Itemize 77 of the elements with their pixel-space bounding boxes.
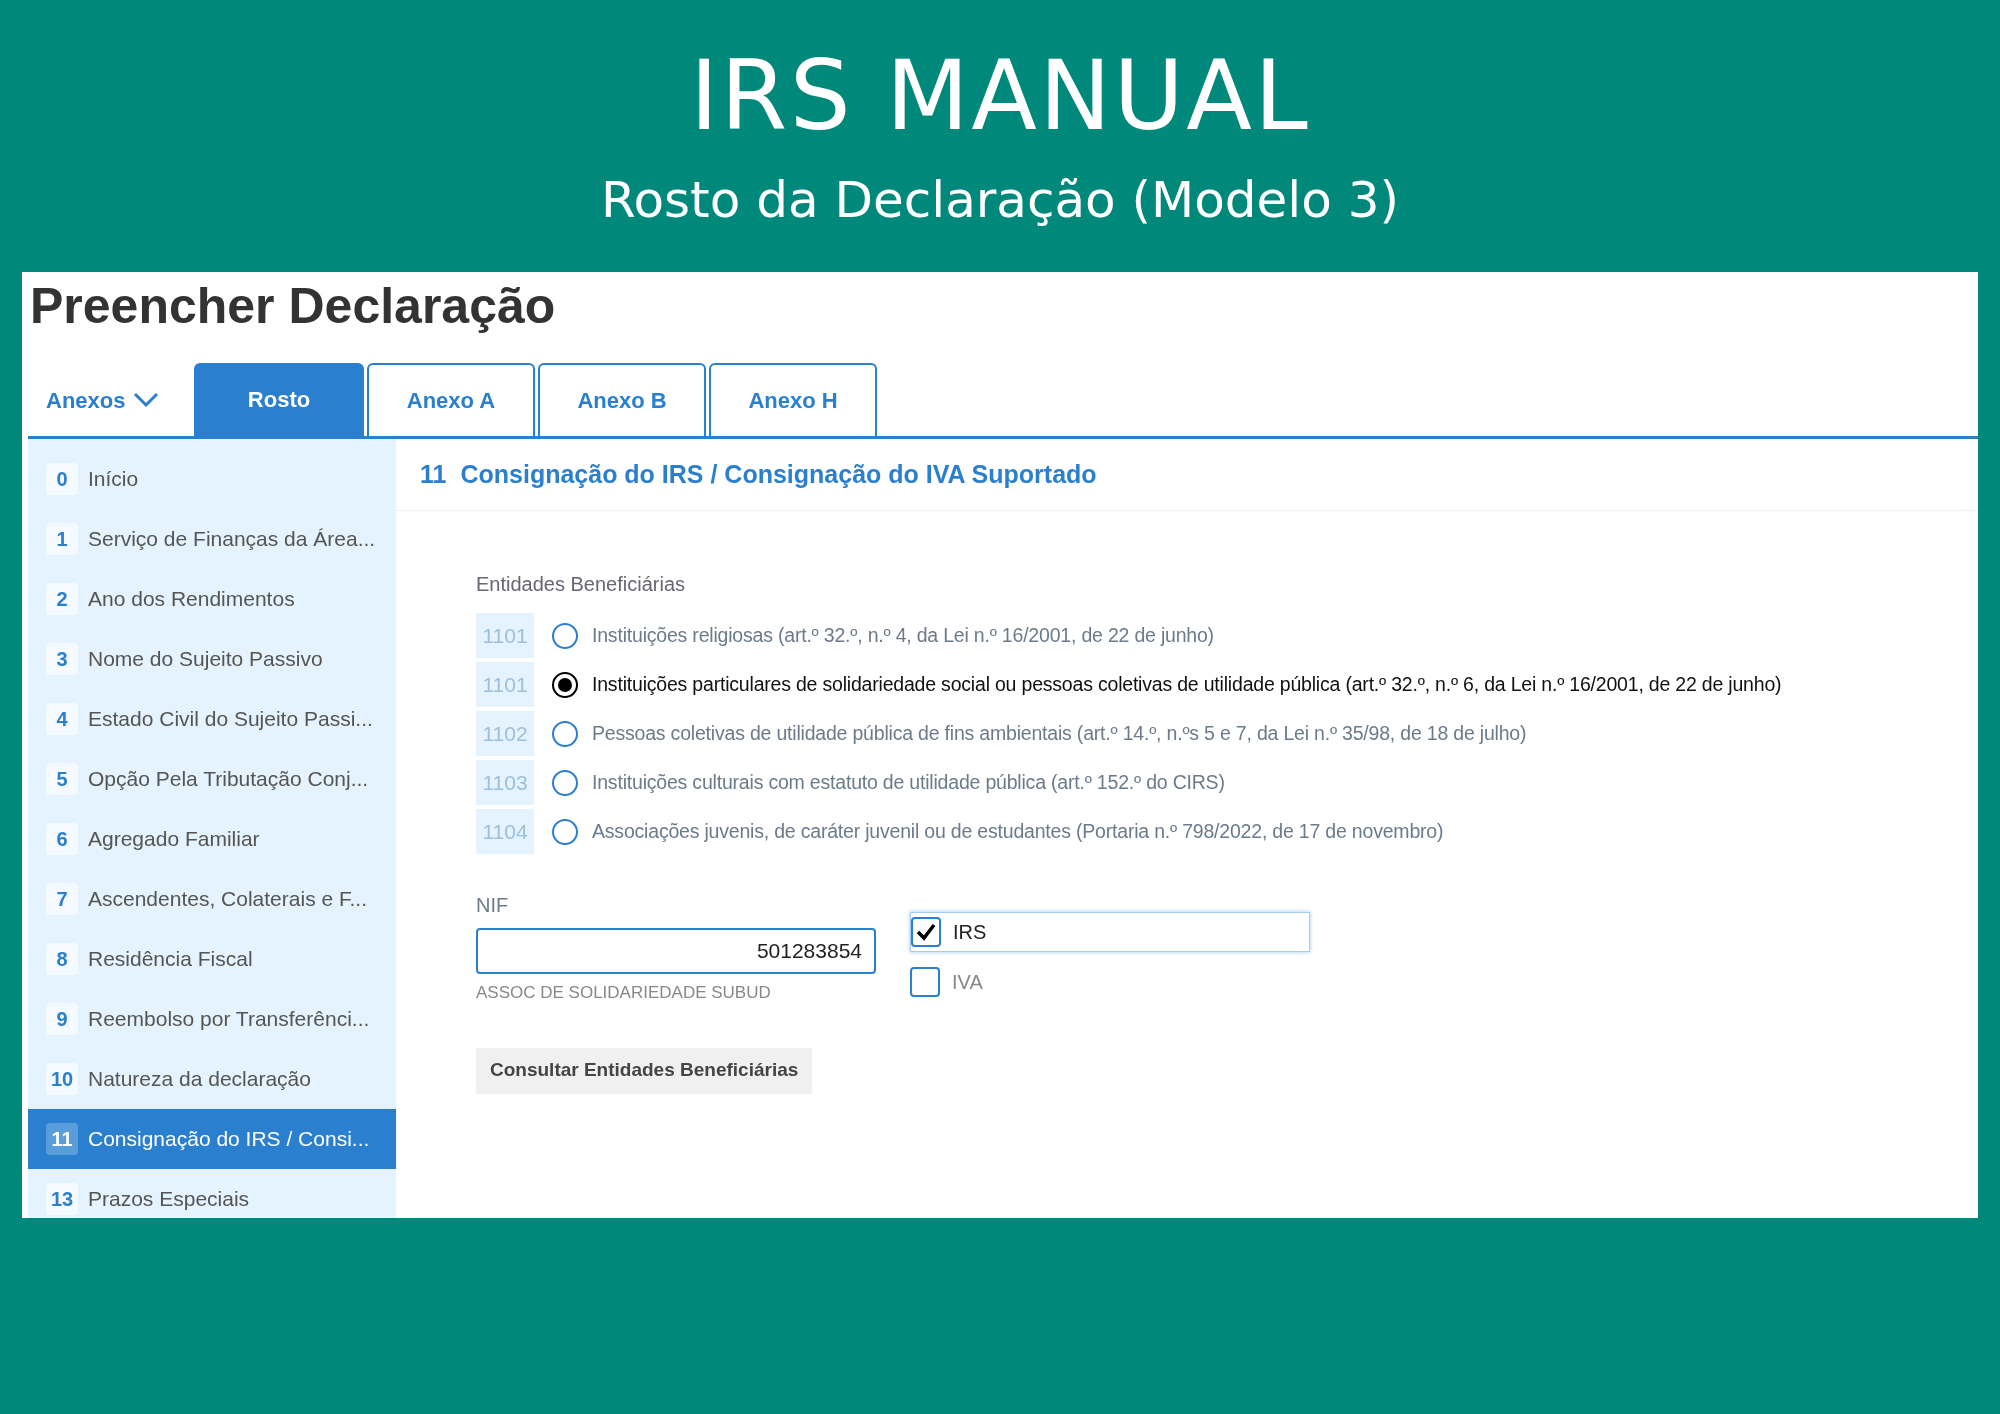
item-number: 0 (46, 463, 78, 495)
item-number: 7 (46, 883, 78, 915)
chevron-down-icon (133, 392, 160, 408)
radio-button[interactable] (552, 720, 578, 747)
consult-button[interactable]: Consultar Entidades Beneficiárias (476, 1047, 813, 1094)
sidebar-item[interactable]: 1 Serviço de Finanças da Área... (28, 509, 396, 569)
section-title: Consignação do IRS / Consignação do IVA Suportado (460, 458, 1097, 490)
item-label: Reembolso por Transferênci... (88, 1006, 370, 1033)
sidebar-item[interactable]: 5 Opção Pela Tributação Conj... (28, 749, 396, 809)
option-code: 1101 (476, 662, 534, 707)
section-number: 11 (420, 458, 447, 490)
option-label: Instituições religiosas (art.º 32.º, n.º 4, da Lei n.º 16/2001, de 22 de junho) (592, 622, 1214, 648)
banner-subtitle: Rosto da Declaração (Modelo 3) (601, 170, 1399, 230)
item-label: Início (88, 466, 139, 493)
item-label: Agregado Familiar (88, 826, 260, 853)
entity-name: ASSOC DE SOLIDARIEDADE SUBUD (476, 982, 772, 1004)
item-label: Ano dos Rendimentos (88, 586, 295, 613)
item-number: 5 (46, 763, 78, 795)
item-number: 4 (46, 703, 78, 735)
sidebar-item[interactable]: 11 Consignação do IRS / Consi... (28, 1109, 396, 1169)
option-code: 1102 (476, 711, 534, 756)
tab[interactable]: Rosto (194, 363, 364, 436)
item-number: 3 (46, 643, 78, 675)
tab[interactable]: Anexo B (538, 363, 706, 436)
field-label: Entidades Beneficiárias (476, 572, 686, 597)
item-number: 1 (46, 523, 78, 555)
item-label: Serviço de Finanças da Área... (88, 526, 376, 553)
radio-button[interactable] (552, 671, 578, 698)
page-title: Preencher Declaração (30, 277, 557, 336)
checkmark-icon (916, 923, 936, 941)
option-label: Associações juvenis, de caráter juvenil ou de estudantes (Portaria n.º 798/2022, de 17 de novembro) (592, 818, 1444, 844)
item-number: 10 (46, 1063, 78, 1095)
radio-button[interactable] (552, 769, 578, 796)
sidebar-item[interactable]: 10 Natureza da declaração (28, 1049, 396, 1109)
item-number: 2 (46, 583, 78, 615)
nif-input[interactable]: 501283854 (476, 928, 876, 974)
sidebar-item[interactable]: 2 Ano dos Rendimentos (28, 569, 396, 629)
item-label: Opção Pela Tributação Conj... (88, 766, 369, 793)
option-label: Instituições culturais com estatuto de utilidade pública (art.º 152.º do CIRS) (592, 769, 1225, 795)
sidebar-item[interactable]: 4 Estado Civil do Sujeito Passi... (28, 689, 396, 749)
sidebar-item[interactable]: 6 Agregado Familiar (28, 809, 396, 869)
item-number: 6 (46, 823, 78, 855)
tab[interactable]: Anexo A (367, 363, 535, 436)
item-number: 11 (46, 1123, 78, 1155)
item-number: 9 (46, 1003, 78, 1035)
item-number: 13 (46, 1183, 78, 1215)
item-number: 8 (46, 943, 78, 975)
annexes-menu[interactable]: Anexos (28, 364, 194, 436)
item-label: Estado Civil do Sujeito Passi... (88, 706, 373, 733)
checkbox[interactable] (910, 967, 940, 997)
option-label: Pessoas coletivas de utilidade pública de fins ambientais (art.º 14.º, n.ºs 5 e 7, da Lei n.º 35/98, de 18 de julho) (592, 720, 1527, 746)
checkbox[interactable] (911, 917, 941, 947)
item-label: Consignação do IRS / Consi... (88, 1126, 370, 1153)
item-label: Ascendentes, Colaterais e F... (88, 886, 367, 913)
banner-title: IRS MANUAL (689, 44, 1311, 148)
checkbox-label: IVA (952, 970, 983, 995)
sidebar-item[interactable]: 0 Início (28, 449, 396, 509)
checkbox-row[interactable]: IRS (910, 912, 1310, 952)
option-code: 1104 (476, 809, 534, 854)
option-code: 1101 (476, 613, 534, 658)
option-label: Instituições particulares de solidariedade social ou pessoas coletivas de utilidade pública (art.º 32.º, n.º 6, da Lei n.º 16/2001, de 22 de junho) (592, 671, 1782, 697)
radio-button[interactable] (552, 818, 578, 845)
item-label: Residência Fiscal (88, 946, 253, 973)
checkbox-label: IRS (953, 920, 987, 945)
sidebar-item[interactable]: 9 Reembolso por Transferênci... (28, 989, 396, 1049)
item-label: Prazos Especiais (88, 1186, 250, 1213)
sidebar-item[interactable]: 3 Nome do Sujeito Passivo (28, 629, 396, 689)
item-label: Natureza da declaração (88, 1066, 311, 1093)
radio-button[interactable] (552, 622, 578, 649)
sidebar-item[interactable]: 7 Ascendentes, Colaterais e F... (28, 869, 396, 929)
sidebar-item[interactable]: 8 Residência Fiscal (28, 929, 396, 989)
sidebar-item[interactable]: 13 Prazos Especiais (28, 1169, 396, 1218)
checkbox-row[interactable]: IVA (910, 962, 1310, 1002)
field-label: NIF (476, 893, 510, 918)
option-code: 1103 (476, 760, 534, 805)
item-label: Nome do Sujeito Passivo (88, 646, 323, 673)
tab[interactable]: Anexo H (709, 363, 877, 436)
